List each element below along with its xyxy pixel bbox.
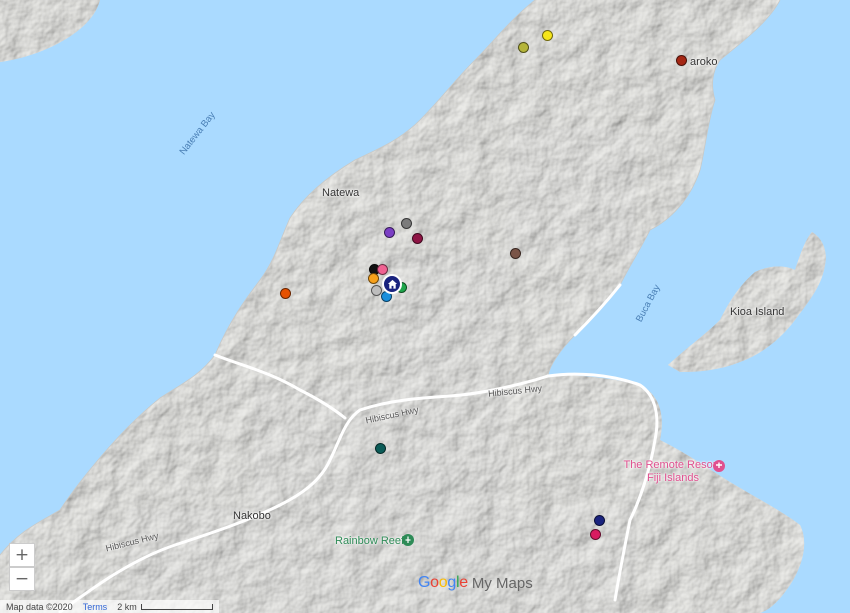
google-my-maps-logo: Google My Maps — [418, 574, 533, 592]
reef-pin-icon[interactable] — [401, 534, 415, 548]
map-marker-brown[interactable] — [510, 248, 521, 259]
my-maps-text: My Maps — [471, 574, 533, 592]
home-icon — [387, 279, 397, 289]
map-marker-yellow[interactable] — [542, 30, 553, 41]
home-marker[interactable] — [382, 274, 402, 294]
map-marker-orange[interactable] — [368, 273, 379, 284]
rainbow-reef-label: Rainbow Reef — [335, 535, 405, 547]
zoom-in-button[interactable]: + — [9, 543, 35, 567]
nakobo-label: Nakobo — [233, 510, 271, 522]
resort-poi-label: The Remote Resort, Fiji Islands — [623, 459, 723, 484]
map-marker-maroon[interactable] — [412, 233, 423, 244]
map-marker-navy[interactable] — [594, 515, 605, 526]
map-marker-pink[interactable] — [377, 264, 388, 275]
resort-poi[interactable]: The Remote Resort, Fiji Islands — [623, 459, 723, 485]
map-marker-dark-red[interactable] — [676, 55, 687, 66]
rainbow-reef-poi[interactable]: Rainbow Reef — [335, 535, 404, 547]
map-canvas[interactable]: Natewa Bay Buca Bay Natewa aroko Kioa Is… — [0, 0, 850, 613]
resort-pin-icon[interactable] — [712, 460, 726, 474]
natewa-label: Natewa — [322, 187, 360, 199]
map-marker-purple[interactable] — [384, 227, 395, 238]
scale-text: 2 km — [117, 601, 137, 612]
map-marker-deep-orange[interactable] — [280, 288, 291, 299]
map-base — [0, 0, 850, 613]
scale-bar — [140, 604, 213, 611]
map-footer: Map data ©2020 Terms 2 km — [0, 600, 219, 613]
google-wordmark: Google — [418, 574, 468, 591]
map-marker-olive[interactable] — [518, 42, 529, 53]
map-marker-gray[interactable] — [401, 218, 412, 229]
attribution-text: Map data ©2020 — [6, 601, 73, 612]
map-marker-teal[interactable] — [375, 443, 386, 454]
kioa-island-label: Kioa Island — [730, 306, 785, 318]
map-marker-magenta[interactable] — [590, 529, 601, 540]
saroko-label: aroko — [690, 56, 718, 68]
zoom-out-button[interactable]: − — [9, 567, 35, 591]
terms-link[interactable]: Terms — [83, 602, 108, 612]
scale-label: 2 km — [117, 602, 213, 612]
